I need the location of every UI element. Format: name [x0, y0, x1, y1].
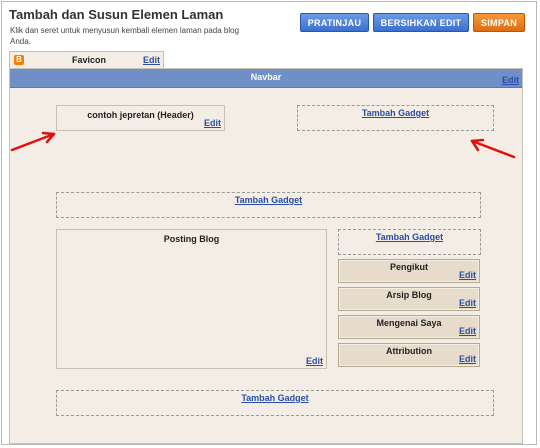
widget-edit-link[interactable]: Edit	[459, 270, 476, 280]
widget-label: Mengenai Saya	[376, 318, 442, 328]
navbar-gadget[interactable]: Navbar Edit	[10, 69, 522, 88]
blog-posts-label: Posting Blog	[163, 234, 220, 244]
blog-posts-gadget[interactable]: Posting Blog Edit	[56, 229, 327, 369]
add-gadget-header-area: Tambah Gadget	[297, 105, 494, 131]
widget-label: Pengikut	[389, 262, 428, 272]
widget-edit-link[interactable]: Edit	[459, 326, 476, 336]
followers-gadget[interactable]: Pengikut Edit	[338, 259, 480, 283]
layout-canvas: Navbar Edit contoh jepretan (Header) Edi…	[9, 68, 523, 444]
blog-posts-edit-link[interactable]: Edit	[306, 356, 323, 366]
preview-button[interactable]: PRATINJAU	[300, 13, 369, 32]
page-subtitle: Klik dan seret untuk menyusun kembali el…	[10, 26, 240, 46]
annotation-arrow-left	[10, 131, 56, 152]
add-gadget-link[interactable]: Tambah Gadget	[339, 232, 480, 242]
clear-edits-button[interactable]: BERSIHKAN EDIT	[373, 13, 469, 32]
page-title: Tambah dan Susun Elemen Laman	[9, 7, 224, 22]
attribution-gadget[interactable]: Attribution Edit	[338, 343, 480, 367]
add-gadget-link[interactable]: Tambah Gadget	[298, 108, 493, 118]
header-gadget[interactable]: contoh jepretan (Header) Edit	[56, 105, 225, 131]
save-button[interactable]: SIMPAN	[473, 13, 525, 32]
blogger-icon: B	[14, 55, 24, 65]
widget-label: Arsip Blog	[386, 290, 432, 300]
widget-edit-link[interactable]: Edit	[459, 298, 476, 308]
header-gadget-label: contoh jepretan (Header)	[87, 110, 194, 120]
widget-label: Attribution	[386, 346, 432, 356]
favicon-edit-link[interactable]: Edit	[143, 55, 160, 65]
navbar-edit-link[interactable]: Edit	[502, 75, 519, 85]
add-gadget-footer-area: Tambah Gadget	[56, 390, 494, 416]
navbar-label: Navbar	[250, 72, 282, 82]
add-gadget-crosscol-area: Tambah Gadget	[56, 192, 481, 218]
header-gadget-edit-link[interactable]: Edit	[204, 118, 221, 128]
favicon-gadget: B Favicon Edit	[9, 51, 164, 68]
annotation-arrow-right	[470, 138, 516, 159]
blog-archive-gadget[interactable]: Arsip Blog Edit	[338, 287, 480, 311]
widget-edit-link[interactable]: Edit	[459, 354, 476, 364]
about-me-gadget[interactable]: Mengenai Saya Edit	[338, 315, 480, 339]
add-gadget-sidebar-area: Tambah Gadget	[338, 229, 481, 255]
add-gadget-link[interactable]: Tambah Gadget	[57, 393, 493, 403]
favicon-label: Favicon	[72, 55, 107, 65]
add-gadget-link[interactable]: Tambah Gadget	[57, 195, 480, 205]
